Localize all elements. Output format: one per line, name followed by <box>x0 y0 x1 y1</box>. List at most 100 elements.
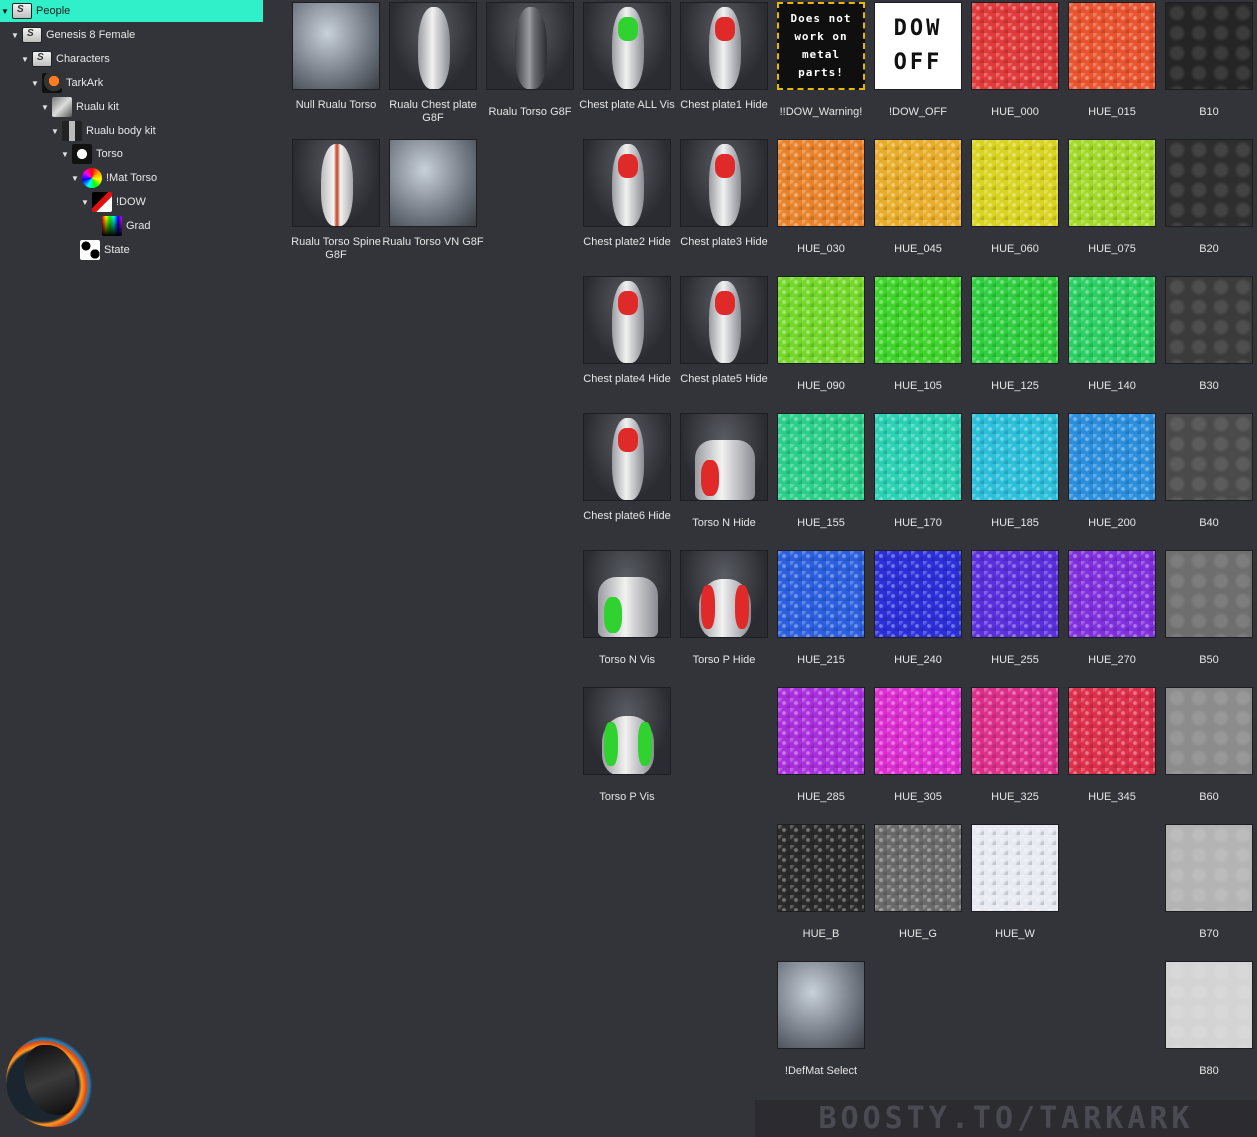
asset-label: HUE_270 <box>1088 654 1136 666</box>
expand-arrow-icon[interactable]: ▼ <box>10 31 20 40</box>
expand-arrow-icon[interactable]: ▼ <box>40 103 50 112</box>
asset-tile-chest-plate2-hide[interactable]: Chest plate2 Hide <box>581 137 673 273</box>
asset-tile-defmat-select[interactable]: !DefMat Select <box>775 959 867 1095</box>
tree-item-tarkark[interactable]: ▼ TarkArk <box>30 72 103 94</box>
tree-item-mat-torso[interactable]: ▼ !Mat Torso <box>70 167 157 189</box>
asset-tile-hue-105[interactable]: HUE_105 <box>872 274 964 410</box>
body-preview-thumbnail <box>583 2 671 90</box>
asset-tile-hue-090[interactable]: HUE_090 <box>775 274 867 410</box>
asset-tile-rualu-chest-plate-g8f[interactable]: Rualu Chest plate G8F <box>387 0 479 136</box>
asset-tile-dow-warning[interactable]: Does not work on metal parts! !!DOW_Warni… <box>775 0 867 136</box>
asset-label: Chest plate6 Hide <box>583 510 671 522</box>
body-preview-thumbnail <box>583 139 671 227</box>
asset-tile-hue-045[interactable]: HUE_045 <box>872 137 964 273</box>
asset-tile-b80[interactable]: B80 <box>1163 959 1255 1095</box>
asset-tile-b50[interactable]: B50 <box>1163 548 1255 684</box>
body-preview-thumbnail <box>486 2 574 90</box>
body-shape <box>418 7 450 89</box>
tree-item-state[interactable]: State <box>68 239 130 261</box>
expand-arrow-icon[interactable]: ▼ <box>50 127 60 136</box>
expand-arrow-icon[interactable]: ▼ <box>20 55 30 64</box>
asset-tile-rualu-torso-spine-g8f[interactable]: Rualu Torso Spine G8F <box>290 137 382 273</box>
tree-item-characters[interactable]: ▼ Characters <box>20 48 110 70</box>
asset-label: !!DOW_Warning! <box>779 106 863 118</box>
asset-tile-b40[interactable]: B40 <box>1163 411 1255 547</box>
folder-icon <box>32 51 52 67</box>
expand-arrow-icon[interactable]: ▼ <box>70 174 80 183</box>
tree-item-grad[interactable]: Grad <box>90 215 150 237</box>
asset-label: HUE_B <box>802 928 840 940</box>
asset-tile-torso-p-vis[interactable]: Torso P Vis <box>581 685 673 821</box>
asset-tile-rualu-torso-g8f[interactable]: Rualu Torso G8F <box>484 0 576 136</box>
asset-tile-hue-185[interactable]: HUE_185 <box>969 411 1061 547</box>
asset-tile-chest-plate5-hide[interactable]: Chest plate5 Hide <box>678 274 770 410</box>
asset-tile-chest-plate1-hide[interactable]: Chest plate1 Hide <box>678 0 770 136</box>
asset-tile-hue-285[interactable]: HUE_285 <box>775 685 867 821</box>
hue-swatch-thumbnail <box>874 413 962 501</box>
asset-tile-hue-060[interactable]: HUE_060 <box>969 137 1061 273</box>
asset-tile-chest-plate4-hide[interactable]: Chest plate4 Hide <box>581 274 673 410</box>
hue-swatch-thumbnail <box>874 276 962 364</box>
asset-tile-hue-w[interactable]: HUE_W <box>969 822 1061 958</box>
expand-arrow-icon[interactable]: ▼ <box>80 198 90 207</box>
bump-pattern-thumbnail <box>1165 687 1253 775</box>
asset-tile-hue-015[interactable]: HUE_015 <box>1066 0 1158 136</box>
asset-tile-hue-200[interactable]: HUE_200 <box>1066 411 1158 547</box>
asset-label: HUE_200 <box>1088 517 1136 529</box>
asset-label: HUE_015 <box>1088 106 1136 118</box>
asset-tile-hue-140[interactable]: HUE_140 <box>1066 274 1158 410</box>
asset-tile-b20[interactable]: B20 <box>1163 137 1255 273</box>
asset-tile-torso-p-hide[interactable]: Torso P Hide <box>678 548 770 684</box>
tree-item-dow[interactable]: ▼ !DOW <box>80 191 146 213</box>
asset-tile-b70[interactable]: B70 <box>1163 822 1255 958</box>
expand-arrow-icon[interactable]: ▼ <box>30 79 40 88</box>
expand-arrow-icon[interactable]: ▼ <box>60 150 70 159</box>
folder-icon <box>22 27 42 43</box>
highlighted-region <box>701 585 715 629</box>
tree-item-label: TarkArk <box>66 77 104 89</box>
asset-tile-null-rualu-torso[interactable]: Null Rualu Torso <box>290 0 382 136</box>
asset-tile-b10[interactable]: B10 <box>1163 0 1255 136</box>
asset-tile-rualu-torso-vn-g8f[interactable]: Rualu Torso VN G8F <box>382 137 484 273</box>
tree-item-torso[interactable]: ▼ Torso <box>60 143 123 165</box>
asset-tile-torso-n-hide[interactable]: Torso N Hide <box>678 411 770 547</box>
asset-label: HUE_G <box>899 928 937 940</box>
asset-tile-chest-plate6-hide[interactable]: Chest plate6 Hide <box>581 411 673 547</box>
tree-item-rualu-kit[interactable]: ▼ Rualu kit <box>40 96 119 118</box>
tree-item-rualu-body-kit[interactable]: ▼ Rualu body kit <box>50 120 156 142</box>
tree-item-people[interactable]: ▼ People <box>0 0 263 22</box>
highlighted-region <box>638 722 652 766</box>
asset-tile-hue-125[interactable]: HUE_125 <box>969 274 1061 410</box>
asset-tile-hue-030[interactable]: HUE_030 <box>775 137 867 273</box>
asset-tile-hue-g[interactable]: HUE_G <box>872 822 964 958</box>
highlighted-region <box>701 460 719 496</box>
asset-label: HUE_045 <box>894 243 942 255</box>
asset-tile-hue-240[interactable]: HUE_240 <box>872 548 964 684</box>
hue-swatch-thumbnail <box>777 687 865 775</box>
asset-tile-hue-170[interactable]: HUE_170 <box>872 411 964 547</box>
body-preview-thumbnail <box>583 276 671 364</box>
asset-tile-hue-345[interactable]: HUE_345 <box>1066 685 1158 821</box>
asset-label: HUE_W <box>995 928 1035 940</box>
asset-tile-hue-270[interactable]: HUE_270 <box>1066 548 1158 684</box>
asset-label: B40 <box>1199 517 1219 529</box>
asset-tile-chest-plate3-hide[interactable]: Chest plate3 Hide <box>678 137 770 273</box>
asset-tile-chest-plate-all-vis[interactable]: Chest plate ALL Vis <box>579 0 675 136</box>
asset-tile-dow-off[interactable]: DOW OFF !DOW_OFF <box>872 0 964 136</box>
asset-tile-torso-n-vis[interactable]: Torso N Vis <box>581 548 673 684</box>
hue-swatch-thumbnail <box>971 276 1059 364</box>
tree-item-genesis-8-female[interactable]: ▼ Genesis 8 Female <box>10 24 135 46</box>
asset-tile-hue-305[interactable]: HUE_305 <box>872 685 964 821</box>
asset-tile-b30[interactable]: B30 <box>1163 274 1255 410</box>
asset-tile-hue-215[interactable]: HUE_215 <box>775 548 867 684</box>
asset-tile-hue-325[interactable]: HUE_325 <box>969 685 1061 821</box>
asset-tile-hue-b[interactable]: HUE_B <box>775 822 867 958</box>
asset-tile-hue-255[interactable]: HUE_255 <box>969 548 1061 684</box>
hue-swatch-thumbnail <box>777 139 865 227</box>
asset-tile-hue-000[interactable]: HUE_000 <box>969 0 1061 136</box>
asset-label: B70 <box>1199 928 1219 940</box>
asset-tile-b60[interactable]: B60 <box>1163 685 1255 821</box>
expand-arrow-icon[interactable]: ▼ <box>0 7 10 16</box>
asset-tile-hue-075[interactable]: HUE_075 <box>1066 137 1158 273</box>
asset-tile-hue-155[interactable]: HUE_155 <box>775 411 867 547</box>
